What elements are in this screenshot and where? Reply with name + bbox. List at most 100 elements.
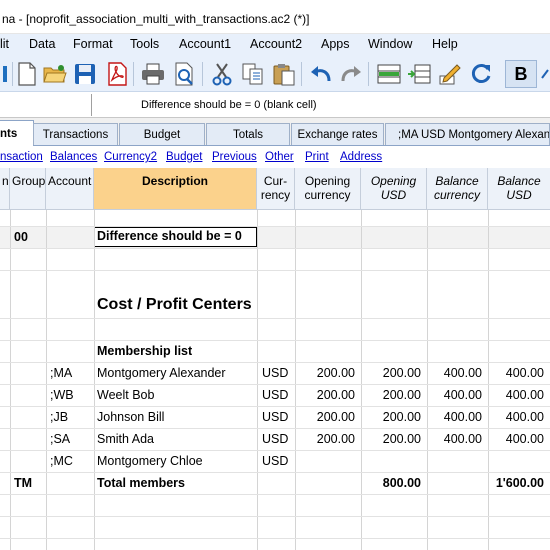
column-header-section[interactable]: n: [0, 168, 10, 210]
toolbar-overflow-icon[interactable]: [540, 60, 550, 88]
print-icon[interactable]: [140, 60, 166, 88]
view-balances-link[interactable]: Balances: [50, 151, 97, 163]
view-transaction-link[interactable]: nsaction: [0, 151, 43, 163]
opening-usd-cell: [361, 450, 427, 472]
menu-tools[interactable]: Tools: [130, 37, 159, 51]
redo-icon[interactable]: [338, 60, 364, 88]
opening-currency-cell: 200.00: [316, 410, 355, 424]
total-balance-usd-cell: 1'600.00: [495, 476, 544, 490]
refresh-icon[interactable]: [468, 60, 494, 88]
column-header-currency[interactable]: Cur- rency: [257, 168, 295, 210]
opening-usd-cell: 200.00: [382, 366, 421, 380]
grid-line: [0, 450, 550, 451]
cut-icon[interactable]: [209, 60, 235, 88]
save-icon[interactable]: [72, 60, 98, 88]
column-header-opening-usd[interactable]: Opening USD: [361, 168, 427, 210]
tab-totals[interactable]: Totals: [206, 123, 290, 145]
view-currency2-link[interactable]: Currency2: [104, 151, 157, 163]
cell-info-bar: Difference should be = 0 (blank cell): [0, 92, 550, 118]
toolbar-separator: [301, 62, 302, 86]
opening-currency-cell: [295, 450, 361, 472]
grid-line: [0, 406, 550, 407]
toolbar: B: [0, 56, 550, 92]
copy-icon[interactable]: [240, 60, 266, 88]
toolbar-separator: [202, 62, 203, 86]
column-header-currency-line2: rency: [260, 188, 291, 202]
open-folder-icon[interactable]: [42, 60, 68, 88]
menu-edit[interactable]: lit: [0, 37, 9, 51]
grid-line: [0, 538, 550, 539]
insert-row-icon[interactable]: [376, 60, 402, 88]
table-row-difference[interactable]: 00 Difference should be = 0: [0, 226, 550, 248]
toolbar-separator: [368, 62, 369, 86]
tab-account-card[interactable]: ;MA USD Montgomery Alexander: [385, 123, 550, 145]
view-previous-link[interactable]: Previous: [212, 151, 257, 163]
view-other-link[interactable]: Other: [265, 151, 294, 163]
table-row[interactable]: ;JB Johnson Bill USD 200.00 200.00 400.0…: [0, 406, 550, 428]
column-header-opening-usd-line2: USD: [380, 188, 407, 202]
balance-usd-cell: 400.00: [505, 366, 544, 380]
column-header-balance-currency[interactable]: Balance currency: [427, 168, 488, 210]
new-document-icon[interactable]: [14, 60, 40, 88]
tab-transactions[interactable]: Transactions: [33, 123, 118, 145]
column-header-balance-usd-line1: Balance: [497, 174, 541, 188]
menu-help[interactable]: Help: [432, 37, 458, 51]
account-cell: ;SA: [50, 432, 71, 446]
grid-line: [0, 516, 550, 517]
paste-icon[interactable]: [271, 60, 297, 88]
grid-line: [488, 210, 489, 550]
menu-data[interactable]: Data: [29, 37, 55, 51]
description-cell: Montgomery Alexander: [97, 366, 226, 380]
column-header-account[interactable]: Account: [46, 168, 94, 210]
balance-usd-cell: 400.00: [505, 410, 544, 424]
balance-currency-cell: 400.00: [443, 410, 482, 424]
column-header-opening-usd-line1: Opening: [370, 174, 417, 188]
grid-line: [0, 362, 550, 363]
table-row[interactable]: ;MA Montgomery Alexander USD 200.00 200.…: [0, 362, 550, 384]
grid-line: [46, 210, 47, 550]
column-header-description[interactable]: Description: [94, 168, 257, 210]
menu-format[interactable]: Format: [73, 37, 113, 51]
grid-line: [0, 318, 550, 319]
column-header-balance-usd[interactable]: Balance USD: [488, 168, 550, 210]
tab-budget[interactable]: Budget: [119, 123, 205, 145]
column-header-group[interactable]: Group: [10, 168, 46, 210]
grid-line: [0, 270, 550, 271]
table-row-total[interactable]: TM Total members 800.00 1'600.00: [0, 472, 550, 494]
cell-info-divider: [91, 94, 92, 116]
view-budget-link[interactable]: Budget: [166, 151, 202, 163]
bold-button[interactable]: B: [505, 60, 537, 88]
opening-usd-cell: 200.00: [382, 410, 421, 424]
menu-account2[interactable]: Account2: [250, 37, 302, 51]
total-description-cell: Total members: [97, 476, 185, 490]
opening-usd-cell: 200.00: [382, 432, 421, 446]
tab-accounts[interactable]: nts: [0, 120, 34, 147]
currency-cell: USD: [262, 410, 289, 424]
balance-currency-cell: [427, 450, 488, 472]
table-row[interactable]: ;SA Smith Ada USD 200.00 200.00 400.00 4…: [0, 428, 550, 450]
pdf-icon[interactable]: [104, 60, 130, 88]
table-row[interactable]: ;WB Weelt Bob USD 200.00 200.00 400.00 4…: [0, 384, 550, 406]
menu-apps[interactable]: Apps: [321, 37, 350, 51]
view-print-link[interactable]: Print: [305, 151, 329, 163]
difference-description-cell[interactable]: Difference should be = 0: [94, 227, 257, 247]
balance-currency-cell: 400.00: [443, 366, 482, 380]
view-address-link[interactable]: Address: [340, 151, 382, 163]
tab-exchange-rates[interactable]: Exchange rates: [291, 123, 384, 145]
grid-line: [0, 340, 550, 341]
print-preview-icon[interactable]: [172, 60, 198, 88]
table-row[interactable]: ;MC Montgomery Chloe USD: [0, 450, 550, 472]
column-header-opening-currency[interactable]: Opening currency: [295, 168, 361, 210]
cell-info-text: Difference should be = 0 (blank cell): [141, 99, 317, 111]
table-row-membership-label[interactable]: Membership list: [0, 340, 550, 362]
description-cell: Montgomery Chloe: [97, 454, 203, 468]
menu-window[interactable]: Window: [368, 37, 412, 51]
move-row-icon[interactable]: [406, 60, 432, 88]
grid-line: [0, 472, 550, 473]
menu-account1[interactable]: Account1: [179, 37, 231, 51]
toolbar-edge-icon[interactable]: [0, 60, 10, 88]
edit-pencil-icon[interactable]: [437, 60, 463, 88]
toolbar-separator: [133, 62, 134, 86]
column-header-balance-usd-line2: USD: [506, 188, 532, 202]
undo-icon[interactable]: [308, 60, 334, 88]
